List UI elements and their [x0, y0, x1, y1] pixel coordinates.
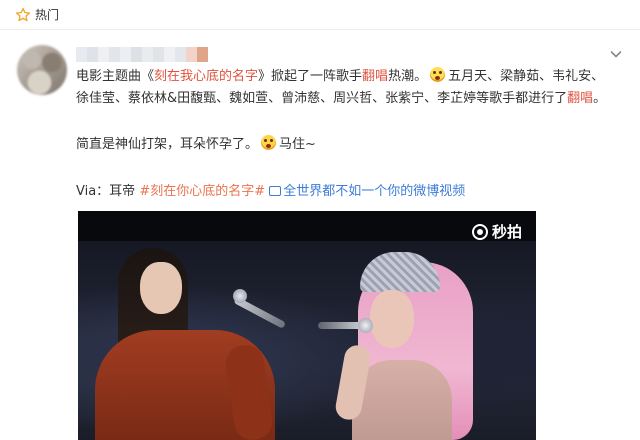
post-text-line-1: 电影主题曲《刻在我心底的名字》掀起了一阵歌手翻唱热潮。 五月天、梁静茹、韦礼安、: [76, 67, 605, 84]
video-microphone-left-head: [233, 289, 247, 303]
chevron-down-icon[interactable]: [609, 46, 623, 60]
post-text-line-2: 徐佳莹、蔡依林&田馥甄、魏如萱、曾沛慈、周兴哲、张紫宁、李芷婷等歌手都进行了翻唱…: [76, 91, 607, 106]
username[interactable]: [76, 46, 208, 62]
cover-highlight: 翻唱: [362, 69, 389, 84]
video-source-link[interactable]: 全世界都不如一个你的微博视频: [283, 184, 465, 199]
hot-section-header: 热门: [0, 0, 640, 30]
video-singer-right-face: [370, 290, 414, 348]
video-microphone-right-head: [358, 318, 373, 333]
avatar[interactable]: [17, 45, 67, 95]
username-mosaic: [76, 46, 208, 62]
topic-link[interactable]: #刻在你心底的名字#: [139, 184, 265, 199]
title-highlight: 刻在我心底的名字: [154, 69, 259, 84]
cover-highlight-2: 翻唱: [567, 91, 594, 106]
video-link-icon: [269, 186, 282, 196]
crying-emoji-icon: [261, 135, 277, 150]
miaopai-logo-icon: [471, 223, 488, 240]
post-text-line-3: 简直是神仙打架，耳朵怀孕了。 马住~: [76, 135, 316, 152]
shocked-emoji-icon: [430, 67, 446, 82]
video-watermark: 秒拍: [471, 221, 522, 242]
star-outline-icon: [15, 7, 31, 23]
hot-label: 热门: [35, 8, 60, 22]
video-singer-left-face: [140, 262, 182, 314]
video-top-band: [78, 211, 536, 241]
post-text-line-4: Via：耳帝 #刻在你心底的名字# 全世界都不如一个你的微博视频: [76, 184, 466, 199]
